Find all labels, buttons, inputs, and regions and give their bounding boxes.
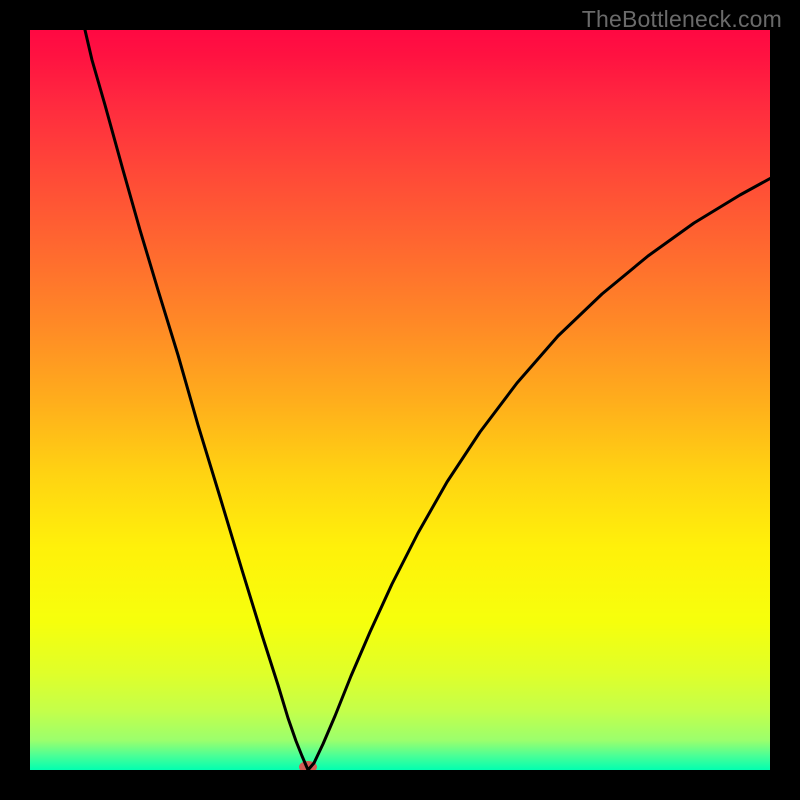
curve-overlay-svg	[30, 30, 770, 770]
plot-area	[30, 30, 770, 770]
bottleneck-curve	[85, 30, 770, 770]
watermark-text: TheBottleneck.com	[582, 6, 782, 33]
chart-frame: TheBottleneck.com	[0, 0, 800, 800]
